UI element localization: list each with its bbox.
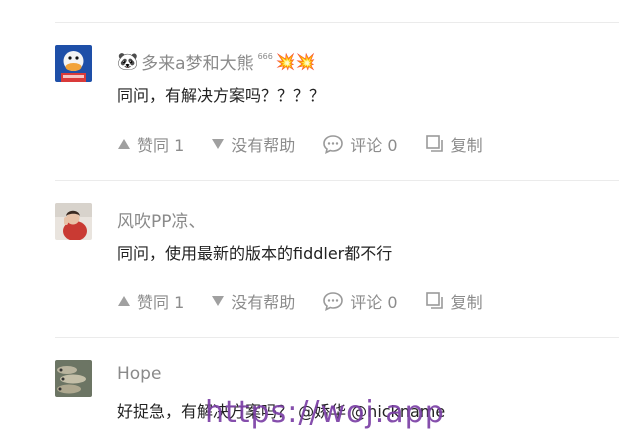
comment-author[interactable]: Hope <box>117 364 161 384</box>
author-name: 风吹PP凉、 <box>117 212 206 232</box>
explosion-emoji-icons: 💥💥 <box>275 52 316 71</box>
author-suffix: 666 <box>257 52 273 61</box>
downvote-label: 没有帮助 <box>231 293 296 312</box>
comment-text: 同问，有解决方案吗？？？？ <box>117 86 326 105</box>
panda-icon: 🐼 <box>117 51 139 72</box>
comment-button[interactable]: 评论 0 <box>322 132 398 156</box>
downvote-label: 没有帮助 <box>231 136 296 155</box>
speech-bubble-icon <box>323 135 344 154</box>
comment-author[interactable]: 风吹PP凉、 <box>117 207 206 232</box>
downvote-button[interactable]: 没有帮助 <box>211 289 295 313</box>
comment-actions: 赞同 1 没有帮助 评论 0 复制 <box>117 132 483 156</box>
comment-label: 评论 0 <box>350 136 398 155</box>
divider <box>55 337 619 338</box>
copy-button[interactable]: 复制 <box>425 132 483 156</box>
author-name: 多来a梦和大熊 <box>141 54 254 74</box>
triangle-down-icon <box>212 296 225 306</box>
upvote-label: 赞同 1 <box>137 136 185 155</box>
copy-label: 复制 <box>450 136 483 155</box>
copy-label: 复制 <box>450 293 483 312</box>
comment-actions: 赞同 1 没有帮助 评论 0 复制 <box>117 289 483 313</box>
triangle-down-icon <box>212 139 225 149</box>
watermark: https://woj.app <box>205 395 445 430</box>
copy-icon <box>425 135 443 152</box>
avatar[interactable] <box>55 360 92 397</box>
triangle-up-icon <box>118 139 130 149</box>
upvote-label: 赞同 1 <box>137 293 185 312</box>
speech-bubble-icon <box>323 292 344 311</box>
avatar[interactable] <box>55 203 92 240</box>
comment-text: 同问，使用最新的版本的fiddler都不行 <box>117 244 393 263</box>
avatar[interactable] <box>55 45 92 82</box>
comment-author[interactable]: 🐼 多来a梦和大熊 666 💥💥 <box>117 49 316 75</box>
divider <box>55 180 619 181</box>
copy-button[interactable]: 复制 <box>425 289 483 313</box>
comment-list-page: 🐼 多来a梦和大熊 666 💥💥 同问，有解决方案吗？？？？ 赞同 1 没有帮助 <box>0 0 619 435</box>
triangle-up-icon <box>118 296 130 306</box>
comment-button[interactable]: 评论 0 <box>322 289 398 313</box>
divider <box>55 22 619 23</box>
comment-label: 评论 0 <box>350 293 398 312</box>
upvote-button[interactable]: 赞同 1 <box>117 132 184 156</box>
author-name: Hope <box>117 364 162 384</box>
upvote-button[interactable]: 赞同 1 <box>117 289 184 313</box>
copy-icon <box>425 292 443 309</box>
downvote-button[interactable]: 没有帮助 <box>211 132 295 156</box>
